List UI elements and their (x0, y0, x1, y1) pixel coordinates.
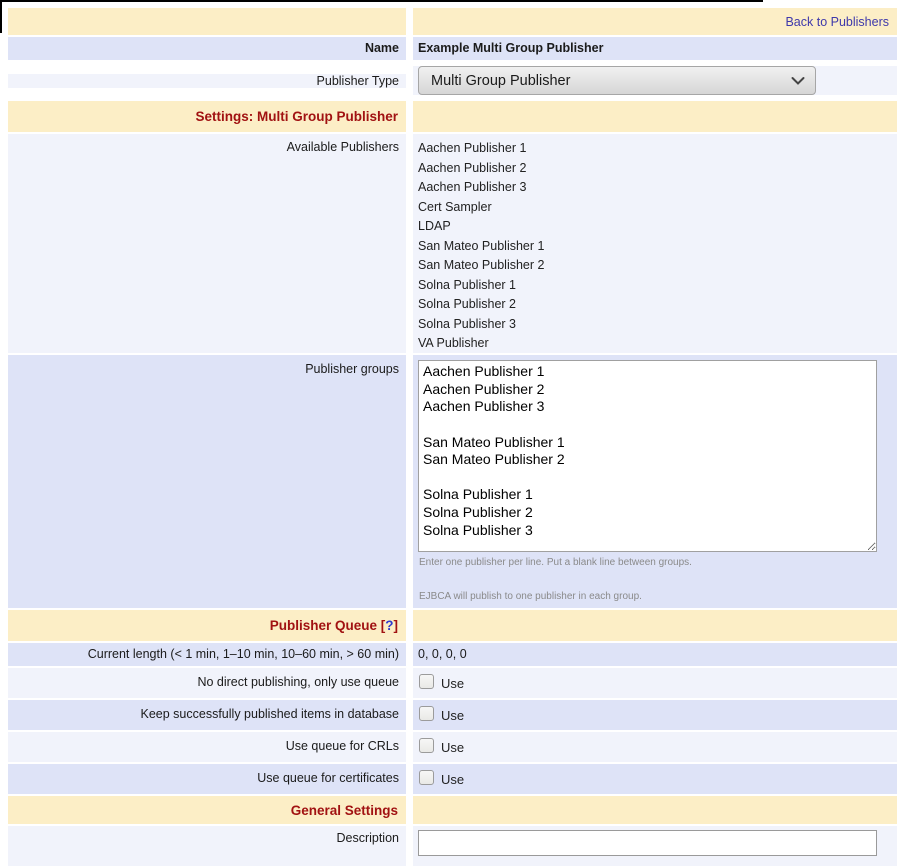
publisher-type-select-wrap: Multi Group Publisher (418, 66, 816, 95)
current-length-row: Current length (< 1 min, 1–10 min, 10–60… (8, 643, 897, 666)
publisher-queue-header: Publisher Queue [?] (8, 618, 406, 633)
top-bar-right-cell: Back to Publishers (413, 8, 897, 35)
publisher-list-item: Solna Publisher 2 (418, 295, 897, 315)
current-length-value: 0, 0, 0, 0 (413, 643, 897, 666)
publisher-groups-row: Publisher groups Aachen Publisher 1 Aach… (8, 355, 897, 608)
use-label: Use (441, 706, 464, 723)
name-row: Name Example Multi Group Publisher (8, 37, 897, 60)
publisher-groups-textarea[interactable]: Aachen Publisher 1 Aachen Publisher 2 Aa… (418, 360, 877, 552)
back-to-publishers-link[interactable]: Back to Publishers (785, 15, 889, 29)
publisher-list-item: LDAP (418, 217, 897, 237)
groups-hint-line2: EJBCA will publish to one publisher in e… (419, 591, 897, 602)
edit-publisher-page: Back to Publishers Name Example Multi Gr… (0, 0, 904, 866)
screenshot-top-border-artifact (0, 0, 763, 2)
description-row: Description (8, 826, 897, 866)
available-publishers-label: Available Publishers (8, 134, 406, 154)
available-publishers-list: Aachen Publisher 1 Aachen Publisher 2 Aa… (413, 134, 897, 354)
queue-for-certificates-checkbox[interactable] (419, 770, 434, 785)
use-label: Use (441, 770, 464, 787)
publisher-type-row: Publisher Type Multi Group Publisher (8, 62, 897, 99)
screenshot-left-border-artifact (0, 0, 2, 33)
groups-hint-line1: Enter one publisher per line. Put a blan… (419, 557, 897, 568)
top-bar-left-cell (8, 8, 406, 35)
general-settings-header: General Settings (8, 803, 406, 818)
name-label: Name (8, 37, 406, 60)
queue-for-crls-label: Use queue for CRLs (8, 732, 406, 753)
keep-published-items-checkbox[interactable] (419, 706, 434, 721)
publisher-list-item: San Mateo Publisher 1 (418, 237, 897, 257)
help-link[interactable]: ? (385, 618, 393, 633)
publisher-queue-section-row: Publisher Queue [?] (8, 610, 897, 641)
top-bar: Back to Publishers (8, 8, 897, 35)
keep-published-items-row: Keep successfully published items in dat… (8, 700, 897, 730)
publisher-list-item: Solna Publisher 3 (418, 315, 897, 335)
publisher-list-item: Cert Sampler (418, 198, 897, 218)
description-input[interactable] (418, 830, 877, 856)
settings-section-row: Settings: Multi Group Publisher (8, 101, 897, 132)
description-label: Description (8, 826, 406, 845)
keep-published-items-label: Keep successfully published items in dat… (8, 700, 406, 721)
publisher-list-item: Aachen Publisher 3 (418, 178, 897, 198)
current-length-label: Current length (< 1 min, 1–10 min, 10–60… (8, 643, 406, 666)
available-publishers-row: Available Publishers Aachen Publisher 1 … (8, 134, 897, 353)
publisher-type-label: Publisher Type (8, 74, 406, 88)
no-direct-publishing-checkbox[interactable] (419, 674, 434, 689)
publisher-list-item: Solna Publisher 1 (418, 276, 897, 296)
queue-for-crls-row: Use queue for CRLs Use (8, 732, 897, 762)
use-label: Use (441, 738, 464, 755)
name-value: Example Multi Group Publisher (413, 37, 897, 60)
general-settings-section-row: General Settings (8, 796, 897, 824)
settings-section-header: Settings: Multi Group Publisher (8, 109, 406, 124)
publisher-list-item: Aachen Publisher 2 (418, 159, 897, 179)
queue-for-certificates-label: Use queue for certificates (8, 764, 406, 785)
publisher-list-item: VA Publisher (418, 334, 897, 354)
no-direct-publishing-label: No direct publishing, only use queue (8, 668, 406, 689)
use-label: Use (441, 674, 464, 691)
publisher-list-item: Aachen Publisher 1 (418, 139, 897, 159)
queue-for-certificates-row: Use queue for certificates Use (8, 764, 897, 794)
publisher-groups-label: Publisher groups (8, 355, 406, 376)
publisher-type-select[interactable]: Multi Group Publisher (418, 66, 816, 95)
no-direct-publishing-row: No direct publishing, only use queue Use (8, 668, 897, 698)
publisher-list-item: San Mateo Publisher 2 (418, 256, 897, 276)
queue-for-crls-checkbox[interactable] (419, 738, 434, 753)
